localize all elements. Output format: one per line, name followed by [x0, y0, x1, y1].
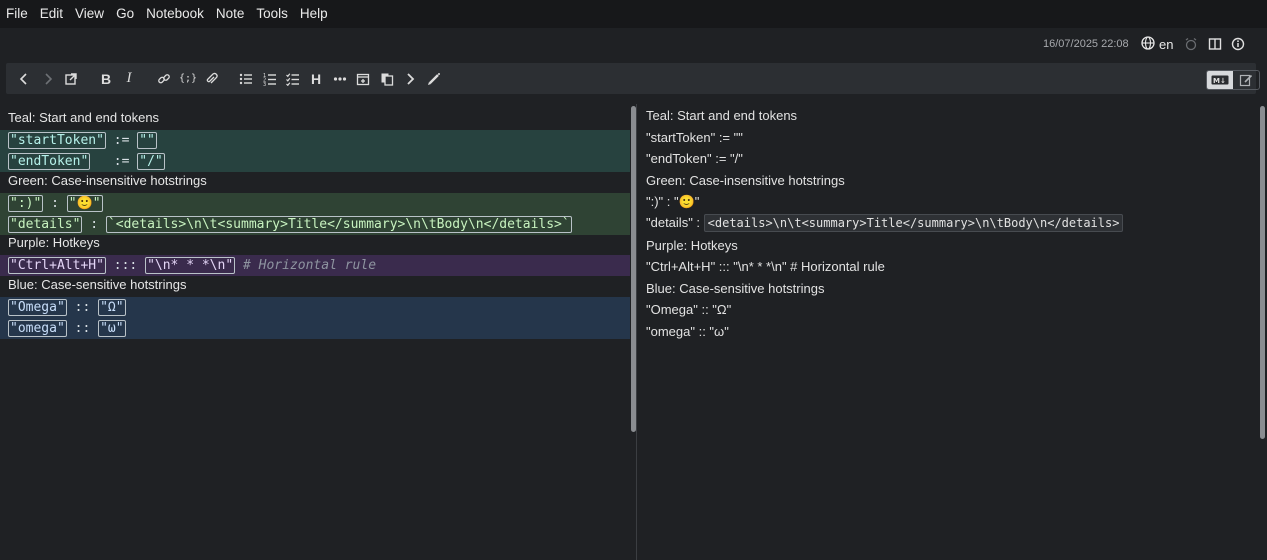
checklist-icon[interactable] — [283, 63, 303, 94]
editor-toolbar: B I {;} 123 H M↓ — [6, 63, 1260, 94]
alarm-icon[interactable] — [1184, 37, 1198, 51]
insert-time-icon[interactable] — [353, 63, 373, 94]
token-value: "/" — [137, 153, 165, 170]
menu-view[interactable]: View — [69, 0, 110, 28]
preview-scrollbar[interactable] — [1260, 106, 1265, 439]
attach-icon[interactable] — [201, 63, 221, 94]
purple-band: "Ctrl+Alt+H" ::: "\n* * *\n" # Horizonta… — [0, 255, 630, 276]
globe-icon — [1141, 36, 1155, 53]
menu-go[interactable]: Go — [110, 0, 140, 28]
preview-details-line: "details" : <details>\n\t<summary>Title<… — [646, 214, 1124, 232]
token-key: "Omega" — [8, 299, 67, 316]
bullet-list-icon[interactable] — [236, 63, 256, 94]
layout-icon[interactable] — [1208, 37, 1222, 51]
note-date: 16/07/2025 22:08 — [1043, 38, 1129, 50]
preview-line: Blue: Case-sensitive hotstrings — [646, 281, 825, 296]
preview-line: "endToken" := "/" — [646, 151, 743, 166]
preview-line: "startToken" := "" — [646, 130, 743, 145]
token-value: `<details>\n\t<summary>Title</summary>\n… — [105, 216, 572, 233]
token-operator: : — [82, 217, 106, 232]
forward-icon[interactable] — [38, 63, 58, 94]
copy-icon[interactable] — [377, 63, 397, 94]
editor-purple-label: Purple: Hotkeys — [8, 235, 100, 250]
preview-line: "Ctrl+Alt+H" ::: "\n* * *\n" # Horizonta… — [646, 259, 885, 274]
token-value: "🙂" — [66, 195, 103, 212]
more-icon[interactable] — [330, 63, 350, 94]
token-operator: :: — [66, 300, 99, 315]
token-value: "Ω" — [98, 299, 126, 316]
token-comment: # Horizontal rule — [235, 258, 377, 273]
numbered-list-icon[interactable]: 123 — [260, 63, 280, 94]
svg-text:M↓: M↓ — [1213, 77, 1226, 85]
preview-line: Teal: Start and end tokens — [646, 108, 798, 123]
chevron-right-icon[interactable] — [400, 63, 420, 94]
editor-code-line: "Ctrl+Alt+H" ::: "\n* * *\n" # Horizonta… — [0, 255, 630, 276]
info-icon[interactable] — [1231, 37, 1245, 51]
link-icon[interactable] — [154, 63, 174, 94]
preview-line: ":)" : "🙂" — [646, 194, 700, 209]
code-button[interactable]: {;} — [178, 63, 198, 94]
menu-help[interactable]: Help — [294, 0, 334, 28]
token-operator: := — [90, 154, 138, 169]
token-key: "omega" — [8, 320, 67, 337]
token-operator: := — [105, 133, 138, 148]
token-operator: :: — [66, 321, 99, 336]
token-key: "startToken" — [8, 132, 106, 149]
preview-inline-code: <details>\n\t<summary>Title</summary>\n\… — [703, 214, 1124, 232]
token-key: ":)" — [8, 195, 44, 212]
menubar: File Edit View Go Notebook Note Tools He… — [0, 0, 1267, 28]
spellcheck-icon[interactable] — [424, 63, 444, 94]
green-band: ":)" : "🙂" "details" : `<details>\n\t<su… — [0, 193, 630, 235]
menu-tools[interactable]: Tools — [250, 0, 294, 28]
token-key: "endToken" — [8, 153, 91, 170]
preview-details-key: "details" : — [646, 215, 704, 230]
menu-note[interactable]: Note — [210, 0, 251, 28]
back-icon[interactable] — [14, 63, 34, 94]
preview-line: "Omega" :: "Ω" — [646, 302, 732, 317]
token-key: "details" — [8, 216, 83, 233]
token-value: "ω" — [98, 320, 126, 337]
editor-code-line: "startToken" := "" — [0, 130, 630, 151]
heading-button[interactable]: H — [306, 63, 326, 94]
editor-code-line: ":)" : "🙂" — [0, 193, 630, 214]
pane-divider[interactable] — [636, 104, 637, 560]
token-operator: ::: — [105, 258, 146, 273]
blue-band: "Omega" :: "Ω" "omega" :: "ω" — [0, 297, 630, 339]
preview-line: Green: Case-insensitive hotstrings — [646, 173, 845, 188]
teal-band: "startToken" := "" "endToken" := "/" — [0, 130, 630, 172]
editor-code-line: "omega" :: "ω" — [0, 318, 630, 339]
editor-code-line: "details" : `<details>\n\t<summary>Title… — [0, 214, 630, 235]
preview-line: "omega" :: "ω" — [646, 324, 729, 339]
menu-edit[interactable]: Edit — [34, 0, 69, 28]
italic-button[interactable]: I — [119, 63, 139, 94]
language-label: en — [1159, 37, 1174, 52]
markdown-editor[interactable]: Teal: Start and end tokens "startToken" … — [0, 104, 630, 560]
bold-button[interactable]: B — [96, 63, 116, 94]
editor-layout-toggle: M↓ — [1206, 70, 1260, 90]
editor-teal-label: Teal: Start and end tokens — [8, 110, 160, 125]
menu-file[interactable]: File — [0, 0, 34, 28]
svg-text:3: 3 — [263, 82, 266, 86]
menu-notebook[interactable]: Notebook — [140, 0, 210, 28]
preview-line: Purple: Hotkeys — [646, 238, 738, 253]
editor-green-label: Green: Case-insensitive hotstrings — [8, 173, 207, 188]
markdown-mode-icon[interactable]: M↓ — [1207, 71, 1233, 89]
token-value: "" — [137, 132, 157, 149]
language-button[interactable]: en — [1141, 36, 1173, 53]
token-value: "\n* * *\n" — [145, 257, 236, 274]
editor-code-line: "Omega" :: "Ω" — [0, 297, 630, 318]
editor-code-line: "endToken" := "/" — [0, 151, 630, 172]
token-operator: : — [43, 196, 67, 211]
editor-blue-label: Blue: Case-sensitive hotstrings — [8, 277, 187, 292]
external-edit-icon[interactable] — [61, 63, 81, 94]
rich-text-mode-icon[interactable] — [1233, 71, 1259, 89]
token-key: "Ctrl+Alt+H" — [8, 257, 106, 274]
